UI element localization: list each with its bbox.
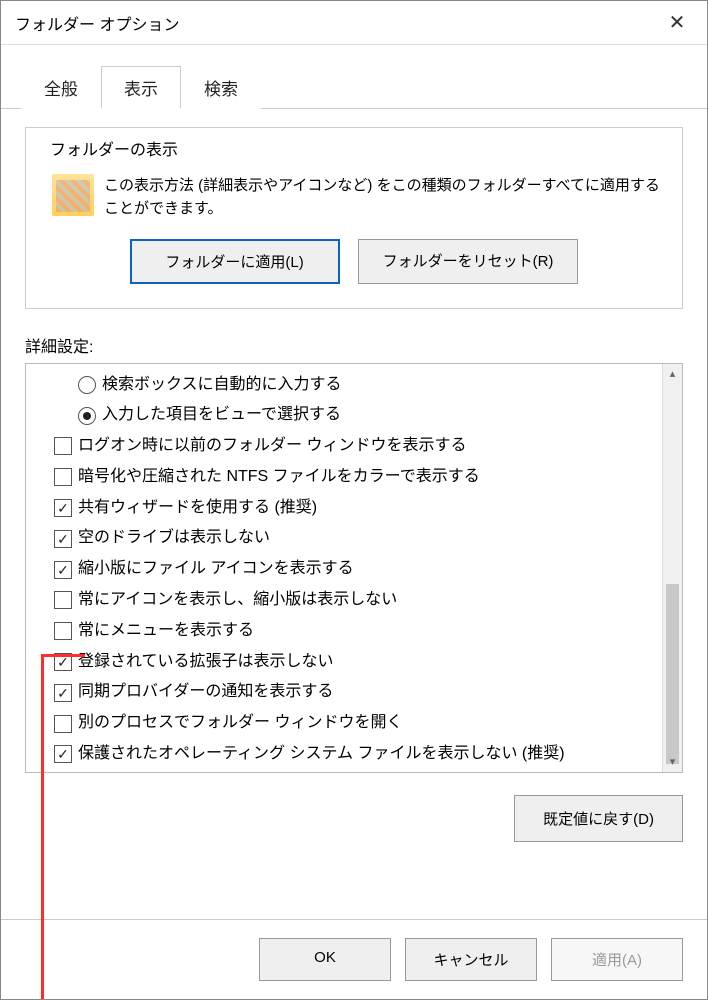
checkbox-icon[interactable] <box>54 715 72 733</box>
close-icon[interactable]: ✕ <box>661 7 693 39</box>
checkbox-icon[interactable] <box>54 745 72 763</box>
scroll-down-icon[interactable]: ▾ <box>663 752 682 772</box>
list-item[interactable]: 別のプロセスでフォルダー ウィンドウを開く <box>54 708 678 739</box>
tab-view[interactable]: 表示 <box>101 66 181 109</box>
radio-icon[interactable] <box>78 376 96 394</box>
list-item[interactable]: 検索ボックスに自動的に入力する <box>54 370 678 401</box>
list-item-label: 検索ボックスに自動的に入力する <box>102 373 342 398</box>
list-item[interactable]: 同期プロバイダーの通知を表示する <box>54 677 678 708</box>
checkbox-icon[interactable] <box>54 499 72 517</box>
folder-view-title: フォルダーの表示 <box>46 136 182 160</box>
list-item[interactable]: 共有ウィザードを使用する (推奨) <box>54 493 678 524</box>
checkbox-icon[interactable] <box>54 622 72 640</box>
tab-general[interactable]: 全般 <box>21 66 101 109</box>
checkbox-icon[interactable] <box>54 530 72 548</box>
scroll-thumb[interactable] <box>666 584 679 764</box>
list-item[interactable]: 空のドライブは表示しない <box>54 523 678 554</box>
folder-view-desc: この表示方法 (詳細表示やアイコンなど) をこの種類のフォルダーすべてに適用する… <box>104 174 664 221</box>
list-item[interactable]: 登録されている拡張子は表示しない <box>54 647 678 678</box>
reset-folders-button[interactable]: フォルダーをリセット(R) <box>358 239 579 284</box>
list-item[interactable]: 常にアイコンを表示し、縮小版は表示しない <box>54 585 678 616</box>
list-item-label: 縮小版にファイル アイコンを表示する <box>78 557 354 582</box>
list-item-label: ログオン時に以前のフォルダー ウィンドウを表示する <box>78 434 466 459</box>
list-item[interactable]: 保護されたオペレーティング システム ファイルを表示しない (推奨) <box>54 739 678 770</box>
list-item-label: 同期プロバイダーの通知を表示する <box>78 680 333 705</box>
folder-view-group: フォルダーの表示 この表示方法 (詳細表示やアイコンなど) をこの種類のフォルダ… <box>25 127 683 309</box>
list-item-label: 共有ウィザードを使用する (推奨) <box>78 496 317 521</box>
cancel-button[interactable]: キャンセル <box>405 938 537 981</box>
list-item[interactable]: 暗号化や圧縮された NTFS ファイルをカラーで表示する <box>54 462 678 493</box>
list-item-label: 常にアイコンを表示し、縮小版は表示しない <box>78 588 397 613</box>
folder-icon <box>52 174 94 216</box>
checkbox-icon[interactable] <box>54 591 72 609</box>
list-item-label: 暗号化や圧縮された NTFS ファイルをカラーで表示する <box>78 465 480 490</box>
list-item-label: 入力した項目をビューで選択する <box>102 403 341 428</box>
apply-to-folders-button[interactable]: フォルダーに適用(L) <box>130 239 340 284</box>
restore-defaults-button[interactable]: 既定値に戻す(D) <box>514 795 683 842</box>
list-item-label: 常にメニューを表示する <box>78 619 254 644</box>
list-item-label: 保護されたオペレーティング システム ファイルを表示しない (推奨) <box>78 742 565 767</box>
checkbox-icon[interactable] <box>54 561 72 579</box>
tab-strip: 全般 表示 検索 <box>1 45 707 109</box>
window-title: フォルダー オプション <box>15 11 179 35</box>
ok-button[interactable]: OK <box>259 938 391 981</box>
scrollbar[interactable]: ▴ ▾ <box>662 364 682 772</box>
list-item[interactable]: 常にメニューを表示する <box>54 616 678 647</box>
checkbox-icon[interactable] <box>54 468 72 486</box>
checkbox-icon[interactable] <box>54 684 72 702</box>
list-item-label: 登録されている拡張子は表示しない <box>78 650 334 675</box>
advanced-label: 詳細設定: <box>25 333 683 357</box>
checkbox-icon[interactable] <box>54 437 72 455</box>
apply-button[interactable]: 適用(A) <box>551 938 683 981</box>
list-item[interactable]: 縮小版にファイル アイコンを表示する <box>54 554 678 585</box>
scroll-up-icon[interactable]: ▴ <box>663 364 682 384</box>
checkbox-icon[interactable] <box>54 653 72 671</box>
list-item[interactable]: ログオン時に以前のフォルダー ウィンドウを表示する <box>54 431 678 462</box>
tab-search[interactable]: 検索 <box>181 66 261 109</box>
advanced-settings-list[interactable]: 検索ボックスに自動的に入力する入力した項目をビューで選択するログオン時に以前のフ… <box>25 363 683 773</box>
list-item[interactable]: 入力した項目をビューで選択する <box>54 400 678 431</box>
list-item-label: 別のプロセスでフォルダー ウィンドウを開く <box>78 711 402 736</box>
radio-icon[interactable] <box>78 407 96 425</box>
list-item-label: 空のドライブは表示しない <box>78 526 270 551</box>
